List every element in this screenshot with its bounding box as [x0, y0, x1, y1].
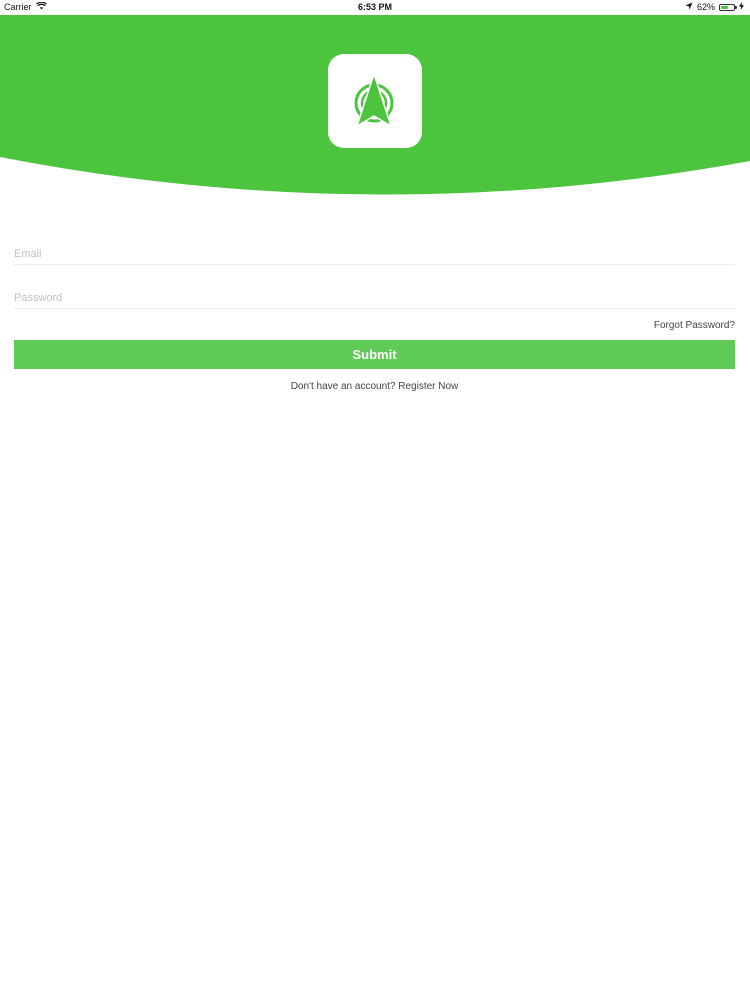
app-logo [328, 54, 422, 148]
register-prompt: Don't have an account? Register Now [14, 381, 735, 392]
status-right: 62% [685, 2, 744, 12]
email-input[interactable] [14, 248, 735, 260]
login-screen: Carrier 6:53 PM 62% Email Forgot Passwor… [0, 0, 750, 1000]
charging-bolt-icon [739, 2, 744, 12]
password-input[interactable] [14, 292, 735, 304]
location-arrow-icon [685, 2, 693, 12]
battery-percent: 62% [696, 2, 715, 12]
forgot-password-link[interactable]: Forgot Password? [14, 320, 735, 334]
battery-cap [735, 5, 737, 9]
register-prompt-text: Don't have an account? [290, 381, 396, 392]
battery-icon [719, 3, 737, 11]
email-field-container [14, 232, 735, 265]
password-field-container [14, 276, 735, 309]
battery-fill [721, 5, 728, 9]
status-bar: Carrier 6:53 PM 62% [0, 0, 750, 15]
login-form: Forgot Password? Submit Don't have an ac… [14, 232, 735, 392]
register-now-link[interactable]: Register Now [398, 381, 458, 392]
status-time: 6:53 PM [357, 2, 392, 12]
submit-button[interactable]: Submit [14, 340, 735, 369]
navigation-arrow-logo-icon [354, 73, 394, 127]
